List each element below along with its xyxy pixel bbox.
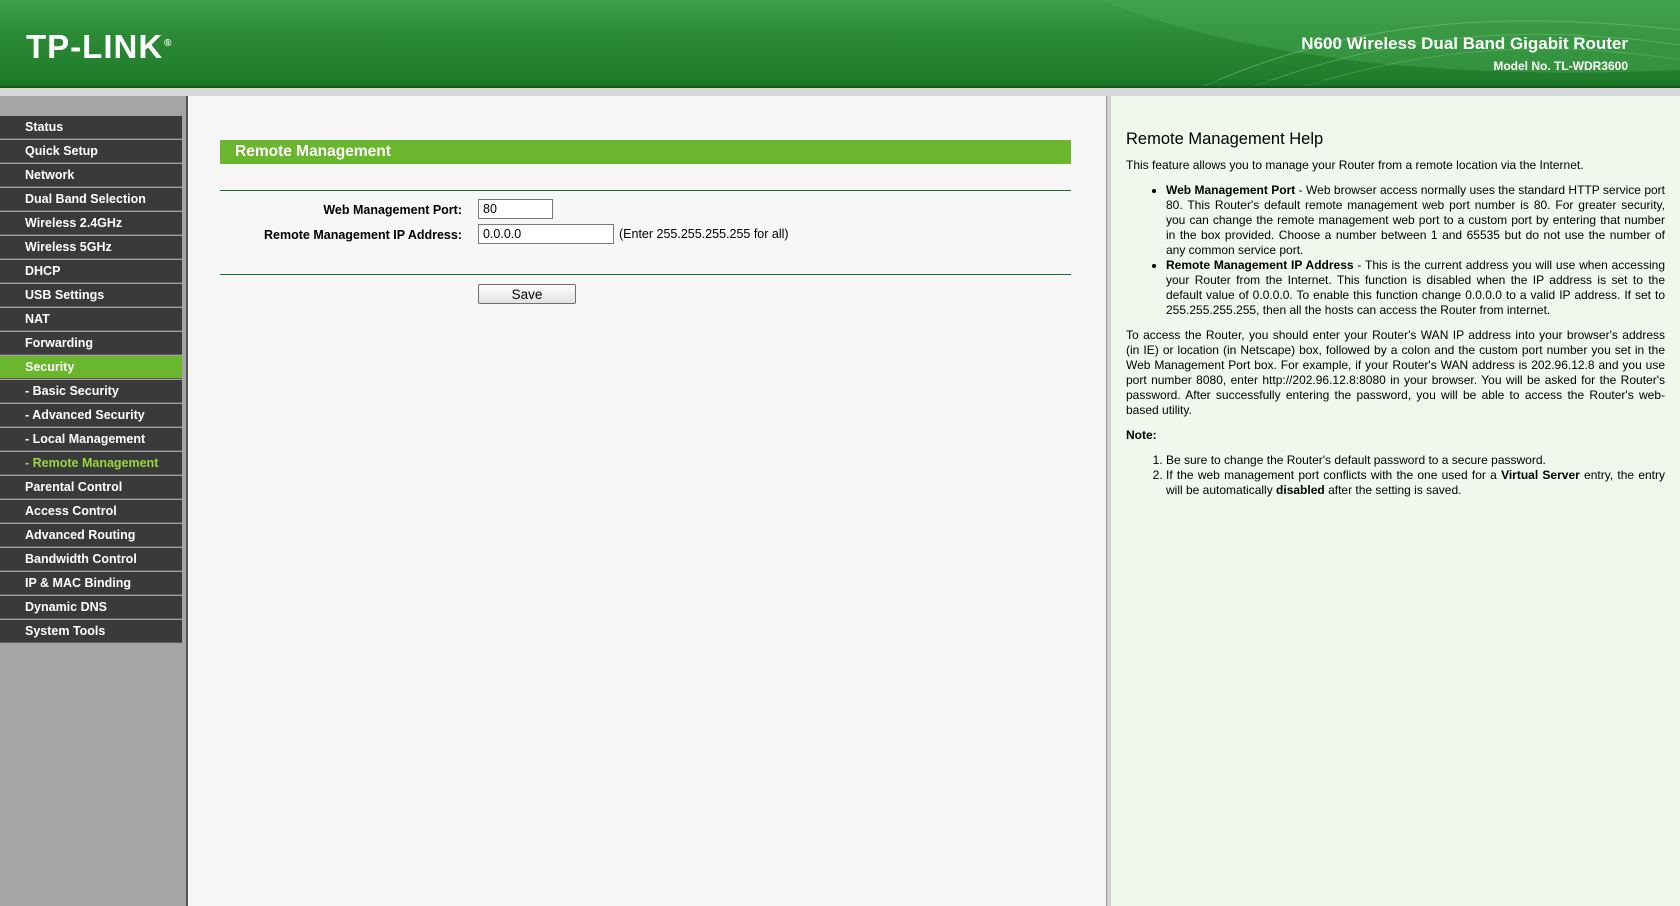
model-number: Model No. TL-WDR3600 bbox=[1493, 59, 1628, 73]
sidebar-item-bandwidth-control[interactable]: Bandwidth Control bbox=[0, 548, 182, 571]
sidebar-item-local-management[interactable]: - Local Management bbox=[0, 428, 182, 451]
sidebar-item-security[interactable]: Security bbox=[0, 356, 182, 379]
sidebar-item-wireless-5ghz[interactable]: Wireless 5GHz bbox=[0, 236, 182, 259]
sidebar-item-forwarding[interactable]: Forwarding bbox=[0, 332, 182, 355]
help-note-2: If the web management port conflicts wit… bbox=[1166, 468, 1665, 498]
sidebar-item-dynamic-dns[interactable]: Dynamic DNS bbox=[0, 596, 182, 619]
remote-ip-input[interactable] bbox=[478, 224, 614, 244]
product-name: N600 Wireless Dual Band Gigabit Router bbox=[1301, 34, 1628, 53]
web-management-port-label: Web Management Port: bbox=[323, 203, 462, 217]
sidebar-item-remote-management[interactable]: - Remote Management bbox=[0, 452, 182, 475]
top-divider bbox=[220, 190, 1071, 191]
help-intro: This feature allows you to manage your R… bbox=[1126, 158, 1584, 172]
sidebar-item-ip-mac-binding[interactable]: IP & MAC Binding bbox=[0, 572, 182, 595]
help-title: Remote Management Help bbox=[1126, 130, 1324, 148]
sidebar-item-usb-settings[interactable]: USB Settings bbox=[0, 284, 182, 307]
sidebar-item-status[interactable]: Status bbox=[0, 116, 182, 139]
sidebar-item-system-tools[interactable]: System Tools bbox=[0, 620, 182, 643]
remote-ip-label: Remote Management IP Address: bbox=[264, 228, 462, 242]
ip-hint-text: (Enter 255.255.255.255 for all) bbox=[619, 227, 789, 241]
sidebar-item-advanced-security[interactable]: - Advanced Security bbox=[0, 404, 182, 427]
sidebar-menu: Status Quick Setup Network Dual Band Sel… bbox=[0, 116, 182, 644]
logo-text: TP-LINK bbox=[26, 28, 164, 65]
note2-virtual-server: Virtual Server bbox=[1501, 468, 1580, 482]
help-access-paragraph: To access the Router, you should enter y… bbox=[1126, 328, 1665, 417]
help-note-label: Note: bbox=[1126, 428, 1157, 442]
main-content: Remote Management Web Management Port: R… bbox=[188, 96, 1106, 906]
help-item-web-management-port: Web Management Port - Web browser access… bbox=[1166, 183, 1665, 258]
bottom-divider bbox=[220, 274, 1071, 275]
header-banner: TP-LINK® N600 Wireless Dual Band Gigabit… bbox=[0, 0, 1680, 88]
registered-mark: ® bbox=[164, 38, 173, 49]
page-title: Remote Management bbox=[220, 140, 1071, 164]
sidebar-item-access-control[interactable]: Access Control bbox=[0, 500, 182, 523]
save-button[interactable]: Save bbox=[478, 284, 576, 304]
note2-part-e: after the setting is saved. bbox=[1324, 483, 1462, 497]
sidebar-item-advanced-routing[interactable]: Advanced Routing bbox=[0, 524, 182, 547]
note2-part-a: If the web management port conflicts wit… bbox=[1166, 468, 1502, 482]
sidebar-item-parental-control[interactable]: Parental Control bbox=[0, 476, 182, 499]
sidebar-item-wireless-24ghz[interactable]: Wireless 2.4GHz bbox=[0, 212, 182, 235]
help-note-1: Be sure to change the Router's default p… bbox=[1166, 453, 1665, 468]
header-gap-bar bbox=[0, 88, 1680, 96]
sidebar-item-basic-security[interactable]: - Basic Security bbox=[0, 380, 182, 403]
tp-link-logo: TP-LINK® bbox=[26, 28, 173, 66]
sidebar-item-nat[interactable]: NAT bbox=[0, 308, 182, 331]
help-field-list: Web Management Port - Web browser access… bbox=[1126, 183, 1665, 318]
sidebar-item-dual-band-selection[interactable]: Dual Band Selection bbox=[0, 188, 182, 211]
sidebar-item-network[interactable]: Network bbox=[0, 164, 182, 187]
help-content: Remote Management Help This feature allo… bbox=[1126, 130, 1665, 498]
web-management-port-input[interactable] bbox=[478, 199, 553, 219]
help-item-remote-ip: Remote Management IP Address - This is t… bbox=[1166, 258, 1665, 318]
help-term-ip: Remote Management IP Address bbox=[1166, 258, 1354, 272]
sidebar-item-dhcp[interactable]: DHCP bbox=[0, 260, 182, 283]
note2-disabled: disabled bbox=[1276, 483, 1325, 497]
help-notes-list: Be sure to change the Router's default p… bbox=[1126, 453, 1665, 498]
sidebar: Status Quick Setup Network Dual Band Sel… bbox=[0, 96, 186, 906]
sidebar-item-quick-setup[interactable]: Quick Setup bbox=[0, 140, 182, 163]
help-term-port: Web Management Port bbox=[1166, 183, 1296, 197]
help-panel: Remote Management Help This feature allo… bbox=[1111, 96, 1680, 906]
